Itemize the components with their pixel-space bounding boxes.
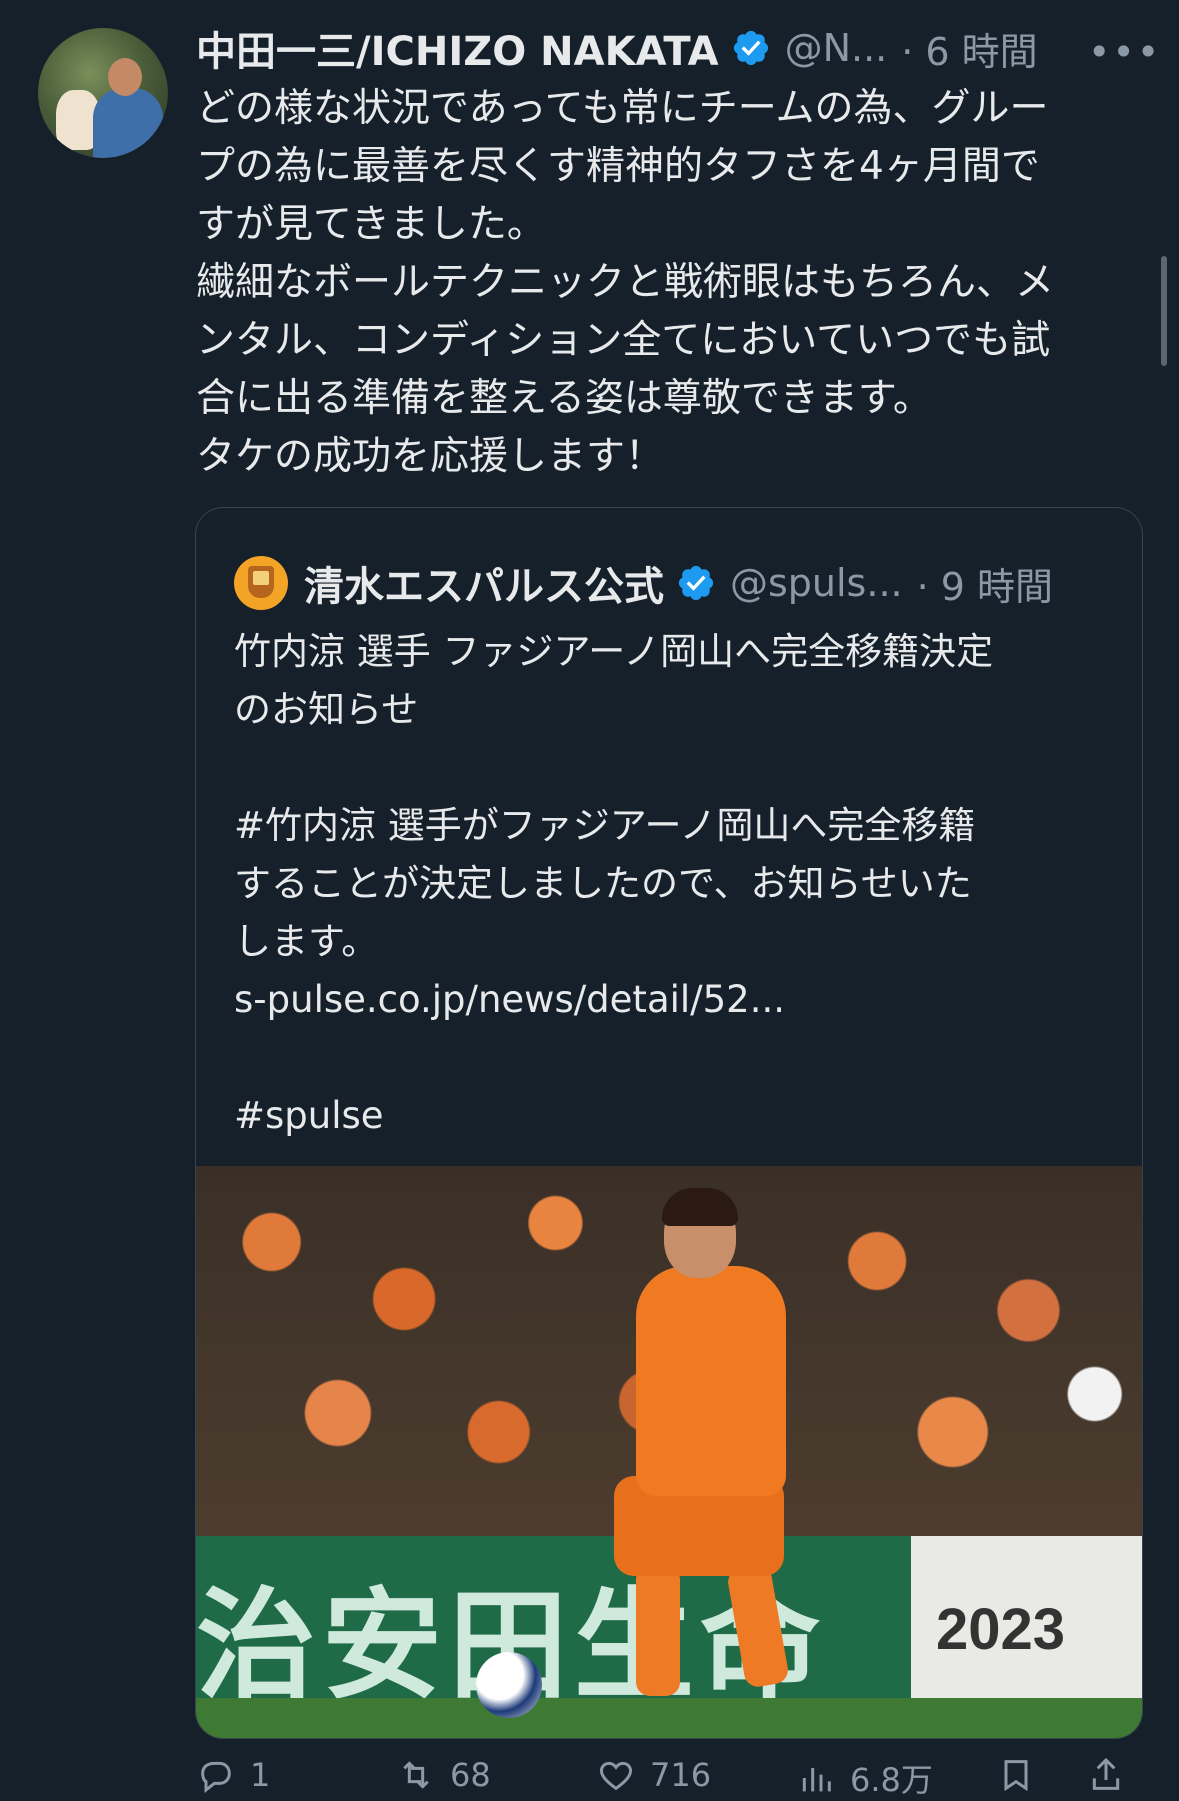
author-name[interactable]: 中田一三/ICHIZO NAKATA xyxy=(196,19,719,77)
tweet-line: プの為に最善を尽くす精神的タフさを4ヶ月間で xyxy=(196,144,1040,189)
tweet-text: どの様な状況であっても常にチームの為、グルー プの為に最善を尽くす精神的タフさを… xyxy=(196,80,1146,486)
quoted-hashtag-line[interactable]: #竹内涼 選手がファジアーノ岡山へ完全移籍 xyxy=(234,797,1114,855)
photo-board-year: 2023 xyxy=(936,1597,1066,1662)
scrollbar[interactable] xyxy=(1161,256,1167,366)
quoted-header: 清水エスパルス公式 @spuls... · 9 時間 xyxy=(234,548,1053,618)
quoted-tweet-card[interactable]: 清水エスパルス公式 @spuls... · 9 時間 竹内涼 選手 ファジアーノ… xyxy=(195,507,1143,1739)
tweet-line: どの様な状況であっても常にチームの為、グルー xyxy=(196,86,1049,131)
tweet-header: 中田一三/ICHIZO NAKATA @N... · 6 時間 xyxy=(196,19,1038,77)
like-count: 716 xyxy=(650,1756,712,1794)
views-button[interactable]: 6.8万 xyxy=(796,1755,996,1801)
tweet-time[interactable]: · 6 時間 xyxy=(901,21,1037,76)
tweet-line: すが見てきました。 xyxy=(196,202,546,247)
avatar-face xyxy=(108,58,142,96)
bookmark-button[interactable] xyxy=(996,1755,1086,1795)
player-leg xyxy=(636,1566,680,1696)
tweet-line: ンタル、コンディション全てにおいていつでも試 xyxy=(196,318,1051,363)
soccer-ball xyxy=(476,1652,542,1718)
bookmark-icon xyxy=(1004,1760,1028,1792)
like-button[interactable]: 716 xyxy=(596,1755,796,1795)
tweet-actions: 1 68 716 6.8万 xyxy=(196,1755,1156,1799)
quoted-author-name[interactable]: 清水エスパルス公式 xyxy=(304,554,664,612)
quoted-line: のお知らせ xyxy=(234,688,419,731)
spulse-logo-icon xyxy=(234,556,288,610)
quoted-time[interactable]: · 9 時間 xyxy=(917,556,1053,611)
reply-count: 1 xyxy=(250,1756,271,1794)
reply-icon xyxy=(201,1761,231,1794)
views-chart-icon xyxy=(802,1768,831,1792)
retweet-button[interactable]: 68 xyxy=(396,1755,596,1795)
quoted-line xyxy=(234,739,1114,797)
retweet-icon xyxy=(403,1761,429,1789)
quoted-link[interactable]: s-pulse.co.jp/news/detail/52... xyxy=(234,971,1114,1029)
author-avatar[interactable] xyxy=(38,28,168,158)
author-handle[interactable]: @N... xyxy=(785,26,888,70)
player-body xyxy=(636,1266,786,1496)
verified-badge-icon xyxy=(733,30,768,66)
views-count: 6.8万 xyxy=(850,1761,933,1799)
tweet-line: 合に出る準備を整える姿は尊敬できます。 xyxy=(196,376,932,421)
verified-badge-icon xyxy=(678,565,714,601)
quoted-line: 竹内涼 選手 ファジアーノ岡山へ完全移籍決定 xyxy=(234,630,994,673)
quoted-photo[interactable]: 治安田生命 2023 xyxy=(196,1166,1142,1738)
quoted-hashtag[interactable]: #spulse xyxy=(234,1087,1114,1145)
tweet-line: タケの成功を応援します！ xyxy=(196,434,665,479)
quoted-line: することが決定しましたので、お知らせいた xyxy=(234,862,972,905)
quoted-line xyxy=(234,1029,1114,1087)
quoted-text: 竹内涼 選手 ファジアーノ岡山へ完全移籍決定 のお知らせ #竹内涼 選手がファジ… xyxy=(234,623,1114,1145)
share-button[interactable] xyxy=(1086,1755,1146,1795)
retweet-count: 68 xyxy=(450,1756,491,1794)
more-options-icon[interactable]: ••• xyxy=(1088,30,1161,74)
share-icon xyxy=(1092,1757,1120,1790)
photo-pitch xyxy=(196,1698,1142,1738)
player-hair xyxy=(662,1188,738,1226)
avatar-person xyxy=(93,88,163,158)
tweet-line: 繊細なボールテクニックと戦術眼はもちろん、メ xyxy=(196,260,1055,305)
heart-icon xyxy=(599,1761,633,1791)
quoted-line: します。 xyxy=(234,920,379,963)
reply-button[interactable]: 1 xyxy=(196,1755,396,1795)
quoted-author-handle[interactable]: @spuls... xyxy=(730,561,903,605)
